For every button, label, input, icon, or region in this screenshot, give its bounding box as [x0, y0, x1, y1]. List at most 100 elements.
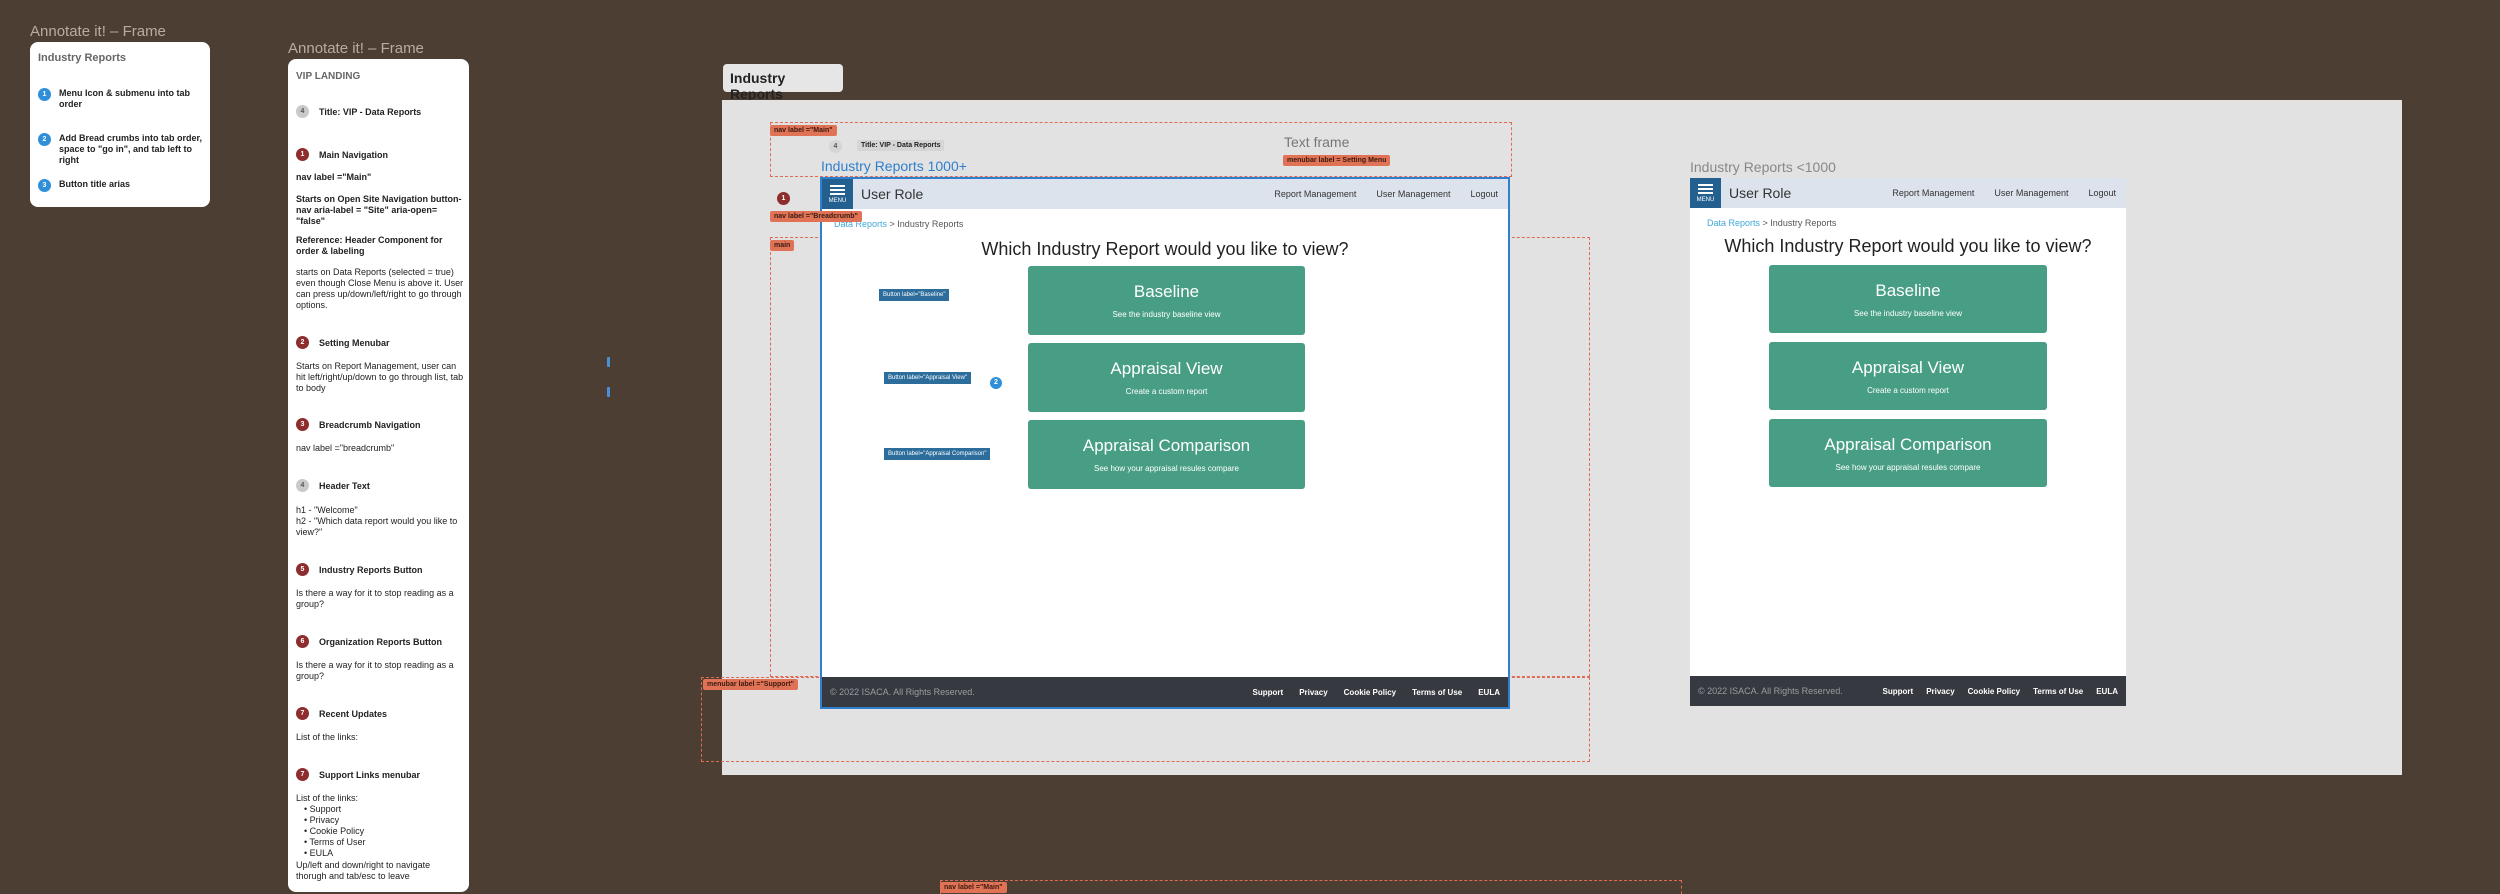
footer-support-link[interactable]: Support [1883, 687, 1914, 696]
breadcrumb: Data Reports > Industry Reports [1707, 218, 1836, 228]
menu-button[interactable]: MENU [822, 179, 853, 209]
footer-terms-link[interactable]: Terms of Use [2033, 687, 2083, 696]
nav-report-management[interactable]: Report Management [1892, 188, 1974, 198]
note-text: Is there a way for it to stop reading as… [296, 660, 454, 681]
nav-logout[interactable]: Logout [2088, 188, 2116, 198]
button-title: Appraisal View [1110, 359, 1223, 378]
hamburger-icon [830, 184, 845, 187]
breadcrumb-link[interactable]: Data Reports [1707, 218, 1760, 228]
frame1-label: Annotate it! – Frame [30, 23, 166, 40]
frame1-item: 2 Add Bread crumbs into tab order, space… [38, 133, 203, 166]
note-title: Setting Menubar [319, 337, 390, 348]
footer-terms-link[interactable]: Terms of Use [1412, 688, 1462, 697]
footer-cookie-link[interactable]: Cookie Policy [1968, 687, 2020, 696]
note-title: Breadcrumb Navigation [319, 419, 421, 430]
frame1-item-text: Menu Icon & submenu into tab order [59, 88, 190, 109]
menu-button[interactable]: MENU [1690, 178, 1721, 208]
button-step-badge: 2 [990, 377, 1002, 389]
menubar-setting-tag: menubar label = Setting Menu [1283, 155, 1391, 166]
nav-breadcrumb-tag: nav label ="Breadcrumb" [770, 211, 862, 222]
nav-step-badge: 1 [777, 192, 790, 205]
step-number-badge: 1 [38, 88, 51, 101]
note-text: nav label ="Main" [296, 172, 372, 182]
nav-main-bottom-region [940, 880, 1682, 894]
page-title[interactable]: Industry Reports [723, 64, 843, 102]
desktop-heading: Industry Reports 1000+ [821, 158, 967, 174]
note-text: h2 - "Which data report would you like t… [296, 516, 458, 537]
user-role: User Role [861, 186, 924, 202]
appraisal-view-button[interactable]: Appraisal View Create a custom report [1028, 343, 1305, 412]
button-subtitle: Create a custom report [1867, 386, 1949, 395]
footer-eula-link[interactable]: EULA [2096, 687, 2118, 696]
frame1-item: 1 Menu Icon & submenu into tab order [38, 88, 198, 110]
note-heading: 1 Main Navigation [296, 148, 388, 161]
button-subtitle: Create a custom report [1125, 387, 1208, 396]
setting-menubar: Report Management User Management Logout [1892, 188, 2126, 198]
nav-user-management[interactable]: User Management [1376, 189, 1450, 199]
note-heading: 3 Breadcrumb Navigation [296, 418, 421, 431]
note-title: Industry Reports Button [319, 564, 423, 575]
step-number-badge: 5 [296, 563, 309, 576]
note-text: Is there a way for it to stop reading as… [296, 588, 454, 609]
step-number-badge: 3 [38, 179, 51, 192]
appraisal-comparison-button[interactable]: Appraisal Comparison See how your apprai… [1769, 419, 2047, 487]
step-number-badge: 6 [296, 635, 309, 648]
note-text: h1 - "Welcome" [296, 505, 358, 515]
baseline-button[interactable]: Baseline See the industry baseline view [1769, 265, 2047, 333]
page-question: Which Industry Report would you like to … [981, 239, 1349, 259]
nav-logout[interactable]: Logout [1470, 189, 1498, 199]
menu-label: MENU [828, 197, 847, 204]
resize-handle[interactable] [607, 387, 610, 397]
note-heading: 6 Organization Reports Button [296, 635, 442, 648]
note-text: List of the links: [296, 732, 359, 742]
mobile-heading: Industry Reports <1000 [1690, 159, 1836, 175]
nav-report-management[interactable]: Report Management [1274, 189, 1356, 199]
footer-support-link[interactable]: Support [1253, 688, 1284, 697]
appraisal-comparison-button[interactable]: Appraisal Comparison See how your apprai… [1028, 420, 1305, 489]
list-item: • EULA [304, 848, 334, 858]
note-title: Recent Updates [319, 708, 388, 719]
button-label-baseline-tag: Button label="Baseline" [879, 289, 950, 301]
hamburger-icon [830, 192, 845, 195]
list-item: • Privacy [304, 815, 340, 825]
main-navigation: MENU User Role Report Management User Ma… [1690, 178, 2126, 208]
frame1-title: Industry Reports [38, 52, 127, 64]
footer: © 2022 ISACA. All Rights Reserved. Suppo… [822, 677, 1508, 707]
note-heading: 4 Title: VIP - Data Reports [296, 105, 421, 118]
note-text: List of the links: [296, 793, 359, 803]
nav-main-tag: nav label ="Main" [770, 125, 837, 136]
footer-privacy-link[interactable]: Privacy [1299, 688, 1327, 697]
appraisal-view-button[interactable]: Appraisal View Create a custom report [1769, 342, 2047, 410]
mobile-view: MENU User Role Report Management User Ma… [1690, 178, 2126, 706]
hamburger-icon [1698, 183, 1713, 186]
user-role: User Role [1729, 185, 1792, 201]
note-heading: 5 Industry Reports Button [296, 563, 423, 576]
frame1-item: 3 Button title arias [38, 179, 198, 192]
step-number-badge: 2 [296, 336, 309, 349]
nav-user-management[interactable]: User Management [1994, 188, 2068, 198]
support-menubar: Support Privacy Cookie Policy Terms of U… [1883, 687, 2126, 696]
note-heading: 7 Recent Updates [296, 707, 387, 720]
list-item: • Cookie Policy [304, 826, 365, 836]
step-number-badge: 3 [296, 418, 309, 431]
step-number-badge: 7 [296, 768, 309, 781]
button-subtitle: See the industry baseline view [1112, 310, 1221, 319]
menu-label: MENU [1696, 196, 1715, 203]
footer-privacy-link[interactable]: Privacy [1926, 687, 1954, 696]
title-tag-text: Title: VIP - Data Reports [861, 142, 941, 149]
step-number-badge: 7 [296, 707, 309, 720]
setting-menubar: Report Management User Management Logout [1274, 189, 1508, 199]
resize-handle[interactable] [607, 357, 610, 367]
baseline-button[interactable]: Baseline See the industry baseline view [1028, 266, 1305, 335]
frame2-label: Annotate it! – Frame [288, 40, 424, 57]
note-heading: 7 Support Links menubar [296, 768, 420, 781]
footer-eula-link[interactable]: EULA [1478, 688, 1500, 697]
breadcrumb-current: > Industry Reports [1762, 218, 1837, 228]
note-title: Title: VIP - Data Reports [319, 106, 422, 117]
button-title: Appraisal Comparison [1824, 435, 1992, 454]
copyright: © 2022 ISACA. All Rights Reserved. [1698, 686, 1843, 696]
note-text: starts on Data Reports (selected = true)… [296, 267, 464, 310]
breadcrumb-current: > Industry Reports [889, 219, 964, 229]
hamburger-icon [1698, 191, 1713, 194]
footer-cookie-link[interactable]: Cookie Policy [1344, 688, 1396, 697]
